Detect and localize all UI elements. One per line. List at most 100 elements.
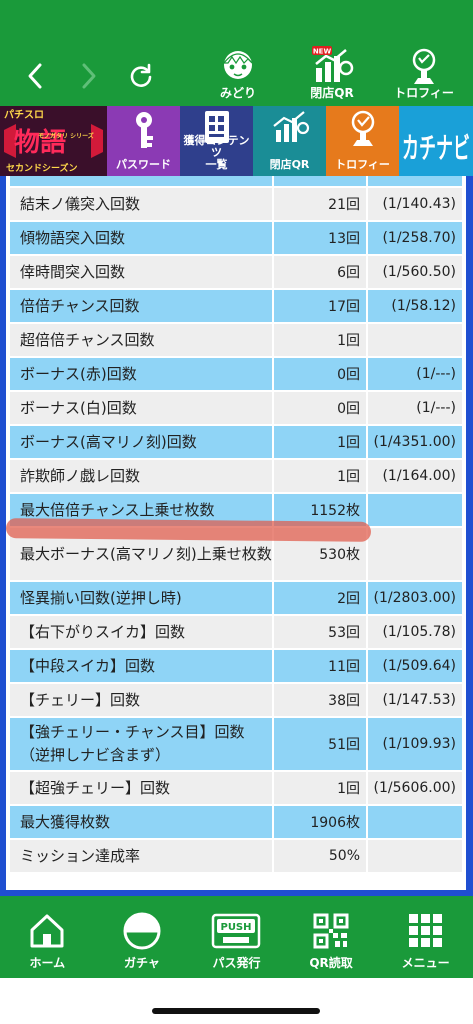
stat-ratio: (1/560.50) bbox=[368, 256, 462, 288]
document-icon bbox=[204, 111, 229, 143]
svg-text:物語: 物語 bbox=[14, 127, 66, 158]
stat-value: 17回 bbox=[274, 290, 366, 322]
table-row: 超倍倍チャンス回数 1回 bbox=[10, 324, 462, 356]
stat-label: 傾物語突入回数 bbox=[10, 222, 272, 254]
stat-ratio: (1/109.93) bbox=[368, 718, 462, 770]
pass-issue-tab[interactable]: PUSH パス発行 bbox=[189, 896, 284, 978]
table-row: 倍倍チャンス回数 17回 (1/58.12) bbox=[10, 290, 462, 322]
stat-ratio: (1/258.70) bbox=[368, 222, 462, 254]
new-badge: NEW bbox=[313, 48, 332, 56]
character-icon bbox=[216, 46, 260, 86]
kachinavi-logo-icon: カチナビ bbox=[399, 106, 473, 176]
forward-button[interactable] bbox=[74, 58, 104, 94]
stat-ratio bbox=[368, 806, 462, 838]
stat-value: 50% bbox=[274, 840, 366, 872]
acquired-contents-button[interactable]: 獲得コンテンツ 一覧 bbox=[180, 106, 253, 176]
table-row: 傾物語突入回数 13回 (1/258.70) bbox=[10, 222, 462, 254]
table-row: 倖時間突入回数 6回 (1/560.50) bbox=[10, 256, 462, 288]
stat-ratio bbox=[368, 494, 462, 526]
stat-ratio: (1/105.78) bbox=[368, 616, 462, 648]
stat-ratio: (1/4351.00) bbox=[368, 426, 462, 458]
table-row: 【強チェリー・チャンス目】回数（逆押しナビ含まず） 51回 (1/109.93) bbox=[10, 718, 462, 770]
stat-ratio bbox=[368, 528, 462, 580]
system-home-area bbox=[0, 978, 473, 1024]
stat-ratio: (1/164.00) bbox=[368, 460, 462, 492]
stat-label: 【右下がりスイカ】回数 bbox=[10, 616, 272, 648]
logo-top-text: パチスロ bbox=[4, 109, 44, 121]
gacha-tab[interactable]: ガチャ bbox=[95, 896, 190, 978]
stat-label: 【チェリー】回数 bbox=[10, 684, 272, 716]
qr-read-label: QR読取 bbox=[309, 956, 353, 970]
stat-value: 0回 bbox=[274, 358, 366, 390]
stat-ratio: (1/58.12) bbox=[368, 290, 462, 322]
reload-button[interactable] bbox=[126, 58, 156, 94]
kachinavi-button[interactable]: カチナビ bbox=[399, 106, 473, 176]
home-label: ホーム bbox=[29, 956, 66, 970]
close-qr-top-button[interactable]: NEW 閉店QR bbox=[292, 46, 372, 101]
chart-icon: NEW bbox=[310, 46, 354, 86]
trophy-top-label: トロフィー bbox=[394, 86, 454, 100]
table-row: ミッション達成率 50% bbox=[10, 840, 462, 872]
svg-text:モノガタリ シリーズ: モノガタリ シリーズ bbox=[38, 132, 94, 140]
close-qr-label: 閉店QR bbox=[269, 158, 310, 171]
svg-text:セカンドシーズン: セカンドシーズン bbox=[6, 162, 78, 174]
gacha-icon bbox=[122, 910, 162, 952]
password-button[interactable]: パスワード bbox=[107, 106, 180, 176]
svg-text:PUSH: PUSH bbox=[221, 922, 252, 933]
gacha-label: ガチャ bbox=[123, 956, 160, 970]
stat-ratio: (1/---) bbox=[368, 358, 462, 390]
svg-text:カチナビ: カチナビ bbox=[402, 131, 470, 165]
midori-button[interactable]: みどり bbox=[198, 46, 278, 101]
pass-issue-label: パス発行 bbox=[212, 956, 261, 970]
bottom-navigation-bar: ホーム ガチャ PUSH パス発行 QR読取 メニュー bbox=[0, 896, 473, 978]
password-label: パスワード bbox=[116, 158, 171, 171]
top-navigation-bar: みどり NEW 閉店QR トロフィー bbox=[0, 0, 473, 106]
home-indicator[interactable] bbox=[152, 1008, 320, 1014]
stat-value: 51回 bbox=[274, 718, 366, 770]
stat-value: 0回 bbox=[274, 392, 366, 424]
stat-label: 超倍倍チャンス回数 bbox=[10, 324, 272, 356]
trophy-button[interactable]: トロフィー bbox=[326, 106, 399, 176]
stat-ratio: (1/2803.00) bbox=[368, 582, 462, 614]
table-row: 【超強チェリー】回数 1回 (1/5606.00) bbox=[10, 772, 462, 804]
stat-value: 1回 bbox=[274, 772, 366, 804]
table-row: 怪異揃い回数(逆押し時) 2回 (1/2803.00) bbox=[10, 582, 462, 614]
table-row: ボーナス(白)回数 0回 (1/---) bbox=[10, 392, 462, 424]
menu-tab[interactable]: メニュー bbox=[378, 896, 473, 978]
home-tab[interactable]: ホーム bbox=[0, 896, 95, 978]
stat-ratio: (1/509.64) bbox=[368, 650, 462, 682]
qr-icon bbox=[313, 910, 349, 952]
table-row: 【右下がりスイカ】回数 53回 (1/105.78) bbox=[10, 616, 462, 648]
stat-ratio: (1/140.43) bbox=[368, 188, 462, 220]
menu-label: メニュー bbox=[401, 956, 450, 970]
stat-label: 【中段スイカ】回数 bbox=[10, 650, 272, 682]
trophy-top-button[interactable]: トロフィー bbox=[384, 46, 464, 101]
stat-value: 1回 bbox=[274, 426, 366, 458]
stat-value: 6回 bbox=[274, 256, 366, 288]
stat-value: 13回 bbox=[274, 222, 366, 254]
menu-grid-icon bbox=[407, 910, 445, 952]
stat-label: 詐欺師ノ戯レ回数 bbox=[10, 460, 272, 492]
reload-icon bbox=[130, 63, 152, 87]
stat-label: 【強チェリー・チャンス目】回数（逆押しナビ含まず） bbox=[10, 718, 272, 770]
key-icon bbox=[135, 112, 153, 148]
stat-value: 1回 bbox=[274, 324, 366, 356]
stat-value: 1906枚 bbox=[274, 806, 366, 838]
chart-icon bbox=[272, 111, 309, 142]
qr-read-tab[interactable]: QR読取 bbox=[284, 896, 379, 978]
stat-ratio bbox=[368, 324, 462, 356]
trophy-icon bbox=[351, 110, 374, 146]
stat-label: 倍倍チャンス回数 bbox=[10, 290, 272, 322]
stat-value: 38回 bbox=[274, 684, 366, 716]
game-logo[interactable]: パチスロ 物語 モノガタリ シリーズ セカンドシーズン bbox=[0, 106, 107, 176]
chevron-right-icon bbox=[82, 63, 96, 89]
stat-value: 2回 bbox=[274, 582, 366, 614]
stat-label: 最大獲得枚数 bbox=[10, 806, 272, 838]
stat-label: ボーナス(白)回数 bbox=[10, 392, 272, 424]
trophy-label: トロフィー bbox=[335, 158, 390, 171]
table-row: 【中段スイカ】回数 11回 (1/509.64) bbox=[10, 650, 462, 682]
table-row: 最大獲得枚数 1906枚 bbox=[10, 806, 462, 838]
close-qr-button[interactable]: 閉店QR bbox=[253, 106, 326, 176]
back-button[interactable] bbox=[20, 58, 50, 94]
monogatari-logo-icon: パチスロ 物語 モノガタリ シリーズ セカンドシーズン bbox=[0, 106, 107, 176]
